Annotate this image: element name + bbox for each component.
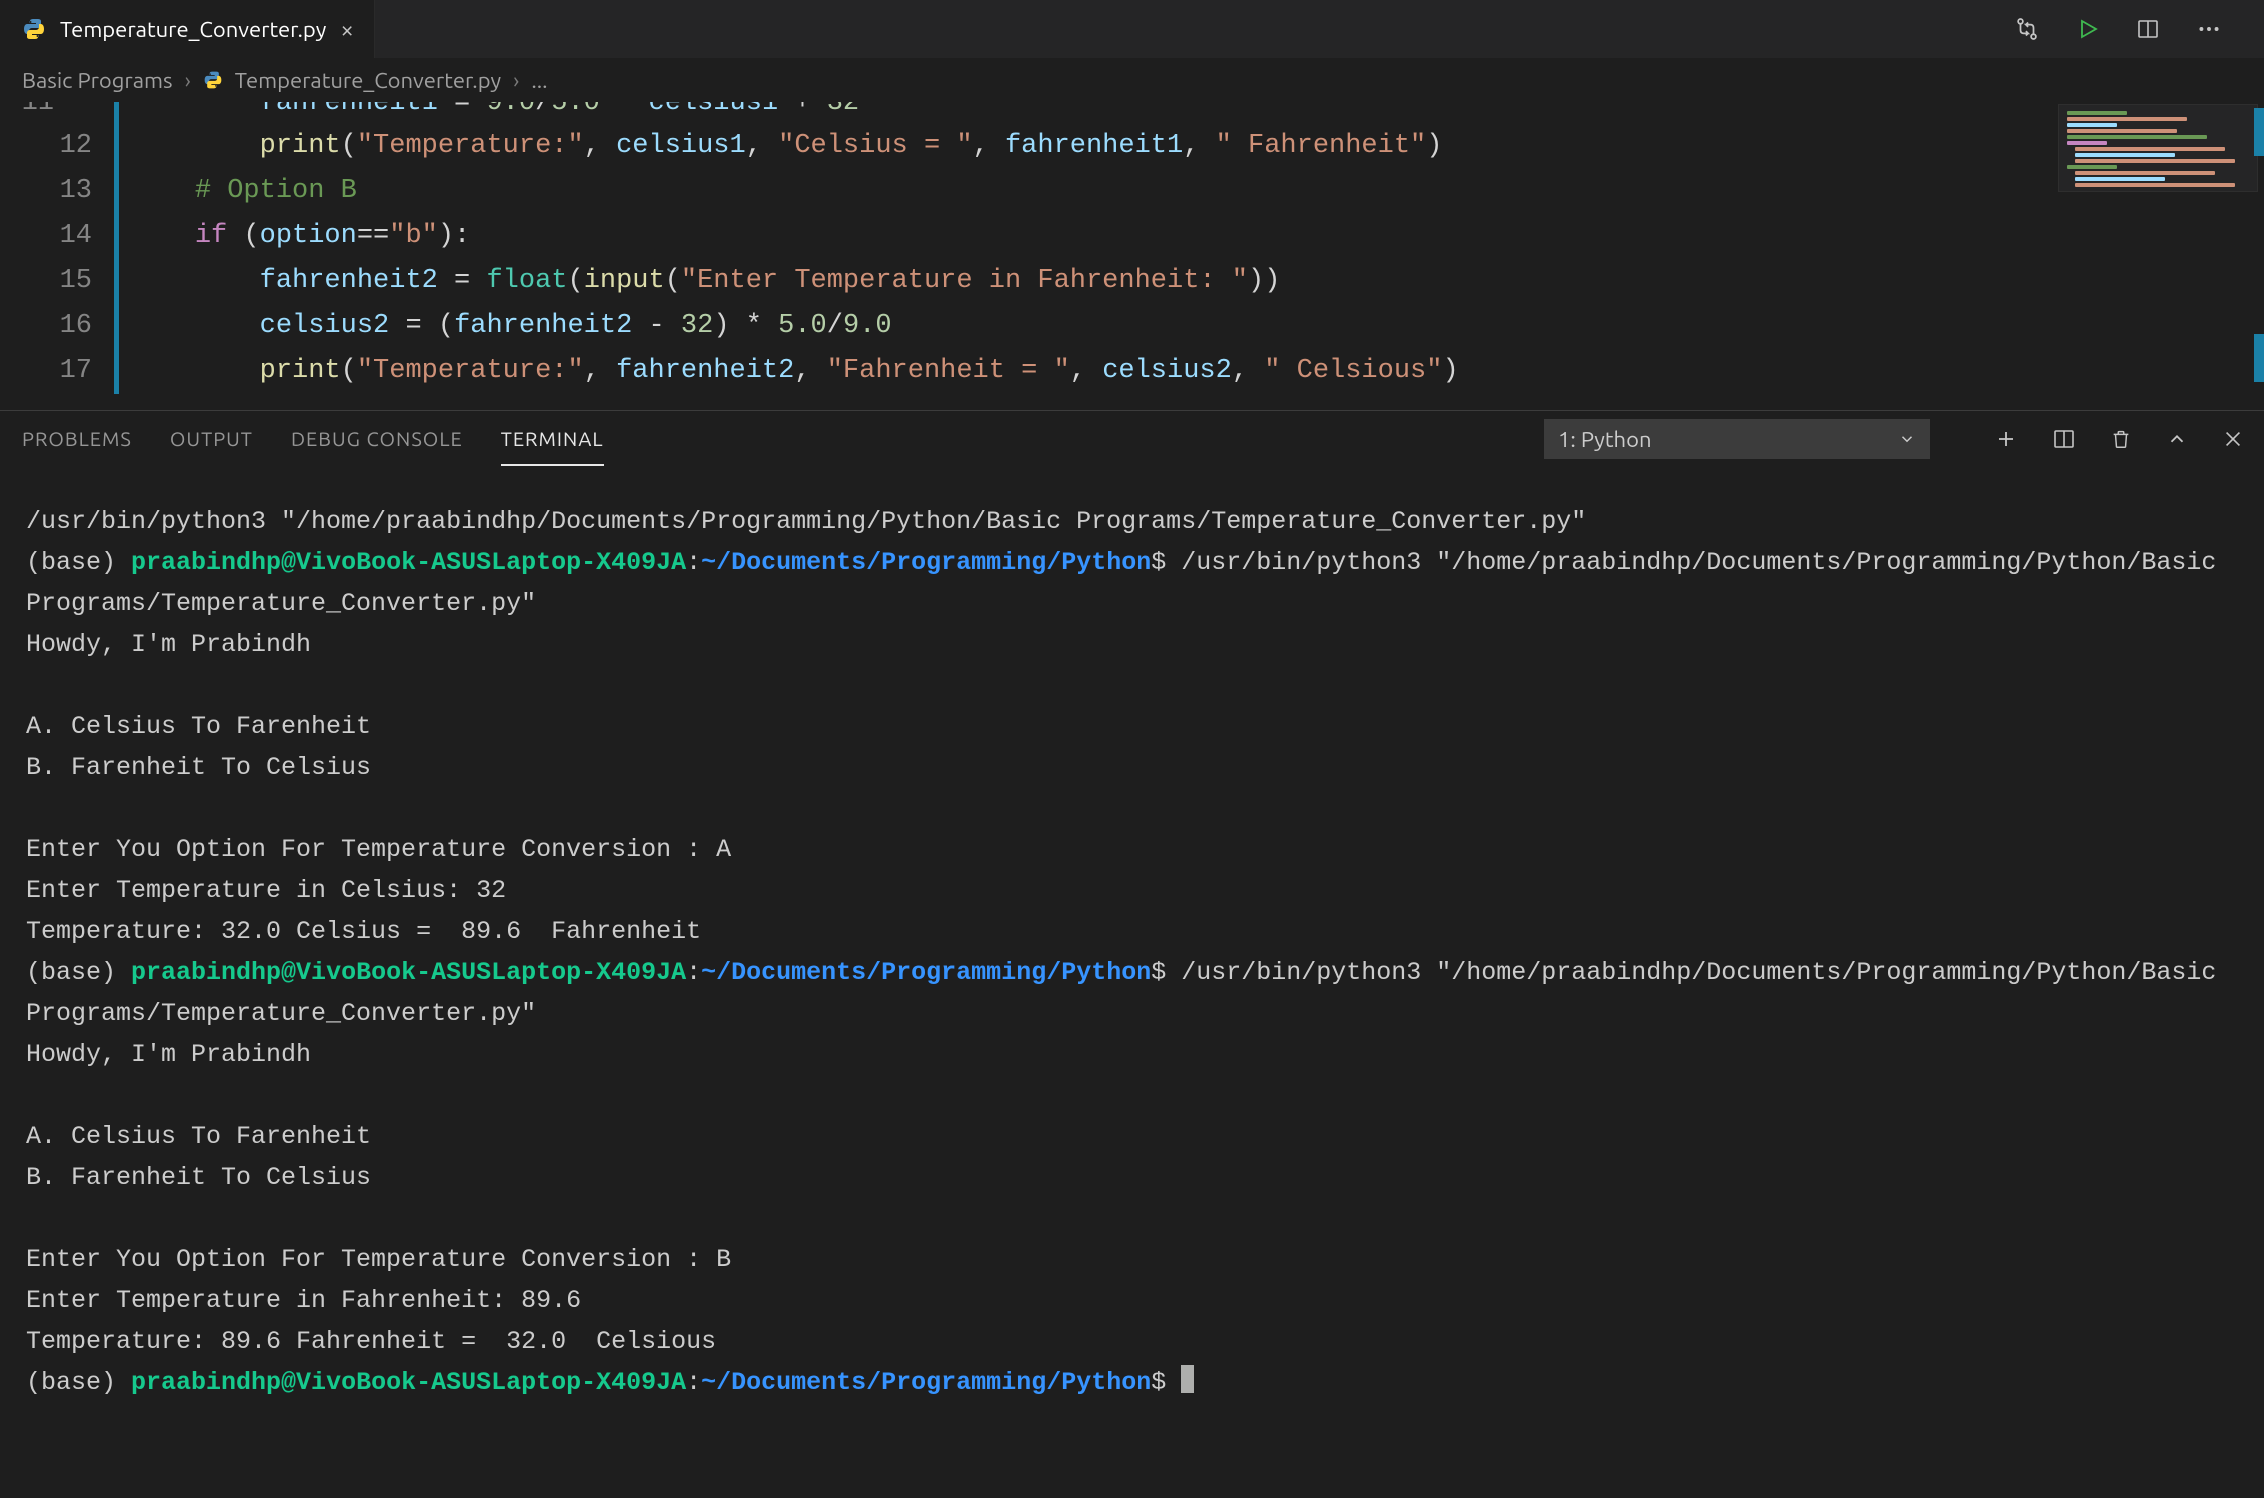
tab-bar: Temperature_Converter.py × (0, 0, 2264, 58)
tab-temperature-converter[interactable]: Temperature_Converter.py × (0, 0, 375, 58)
code-line[interactable]: print("Temperature:", fahrenheit2, "Fahr… (130, 349, 2044, 394)
line-number: 13 (0, 169, 92, 214)
chevron-right-icon: › (513, 68, 519, 93)
line-number: 15 (0, 259, 92, 304)
breadcrumb-folder[interactable]: Basic Programs (22, 68, 173, 93)
python-file-icon (203, 70, 223, 90)
breadcrumb-symbol[interactable]: ... (531, 68, 547, 93)
code-line[interactable]: celsius2 = (fahrenheit2 - 32) * 5.0/9.0 (130, 304, 2044, 349)
line-number-gutter: 11121314151617 (0, 102, 130, 394)
line-number: 12 (0, 124, 92, 169)
code-line[interactable]: if (option=="b"): (130, 214, 2044, 259)
minimap[interactable] (2058, 104, 2258, 192)
run-icon[interactable] (2076, 17, 2100, 41)
tab-close-icon[interactable]: × (340, 16, 354, 43)
new-terminal-icon[interactable] (1994, 427, 2018, 451)
tab-debug-console[interactable]: DEBUG CONSOLE (291, 413, 463, 466)
code-line[interactable]: # Option B (130, 169, 2044, 214)
python-file-icon (22, 17, 46, 41)
compare-changes-icon[interactable] (2014, 16, 2040, 42)
close-panel-icon[interactable] (2222, 428, 2244, 450)
modified-indicator (114, 102, 119, 394)
editor[interactable]: 11121314151617 fahrenheit1 = 9.0/5.0 * c… (0, 102, 2264, 394)
line-number: 17 (0, 349, 92, 394)
tab-filename: Temperature_Converter.py (60, 17, 326, 42)
terminal-cursor (1181, 1365, 1194, 1393)
overview-ruler (2254, 102, 2264, 394)
code-line[interactable]: fahrenheit2 = float(input("Enter Tempera… (130, 259, 2044, 304)
maximize-panel-icon[interactable] (2166, 428, 2188, 450)
breadcrumb[interactable]: Basic Programs › Temperature_Converter.p… (0, 58, 2264, 102)
tab-problems[interactable]: PROBLEMS (22, 413, 132, 466)
split-editor-icon[interactable] (2136, 17, 2160, 41)
line-number: 16 (0, 304, 92, 349)
terminal-output[interactable]: /usr/bin/python3 "/home/praabindhp/Docum… (0, 467, 2264, 1448)
split-terminal-icon[interactable] (2052, 427, 2076, 451)
terminal-selector[interactable]: 1: Python (1544, 419, 1930, 459)
panel-tab-bar: PROBLEMS OUTPUT DEBUG CONSOLE TERMINAL 1… (0, 411, 2264, 467)
panel: PROBLEMS OUTPUT DEBUG CONSOLE TERMINAL 1… (0, 410, 2264, 1448)
breadcrumb-file[interactable]: Temperature_Converter.py (235, 68, 501, 93)
line-number: 14 (0, 214, 92, 259)
tab-terminal[interactable]: TERMINAL (501, 413, 604, 466)
tab-output[interactable]: OUTPUT (170, 413, 253, 466)
code-area[interactable]: fahrenheit1 = 9.0/5.0 * celsius1 + 32 pr… (130, 102, 2044, 394)
code-line[interactable]: print("Temperature:", celsius1, "Celsius… (130, 124, 2044, 169)
editor-toolbar (2014, 0, 2264, 58)
chevron-right-icon: › (185, 68, 191, 93)
kill-terminal-icon[interactable] (2110, 427, 2132, 451)
more-actions-icon[interactable] (2196, 16, 2222, 42)
chevron-down-icon (1898, 430, 1916, 448)
terminal-selector-label: 1: Python (1558, 427, 1652, 452)
